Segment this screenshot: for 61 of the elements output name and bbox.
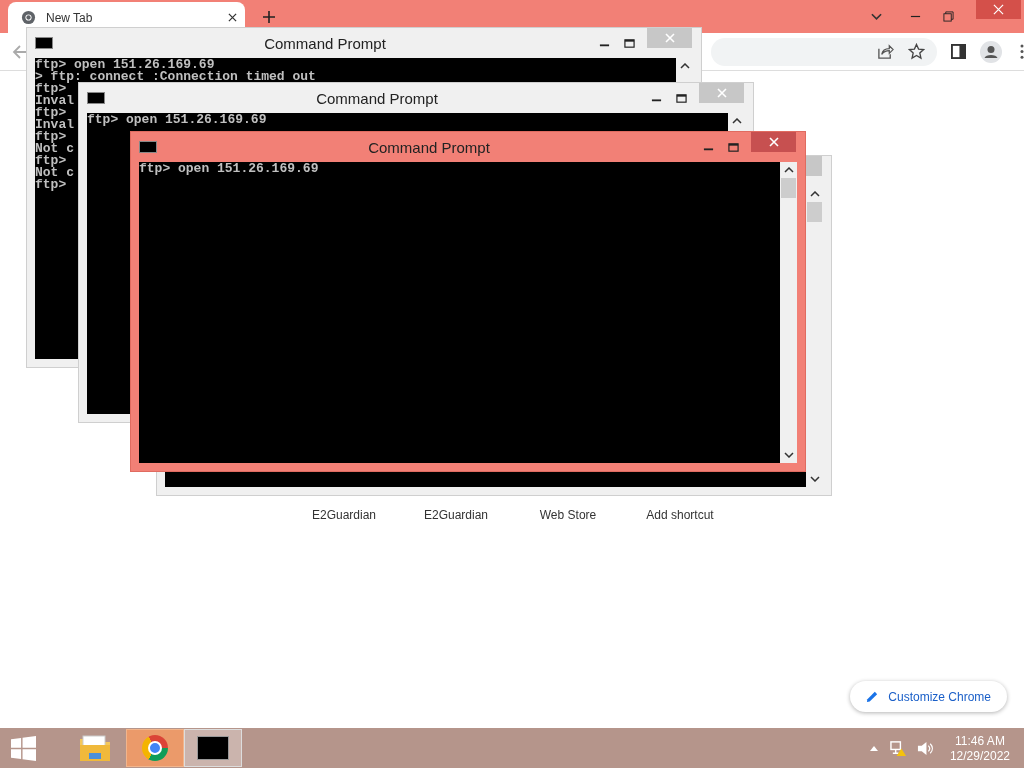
console-icon [197,736,229,760]
console-icon [35,37,53,49]
pencil-icon [866,690,880,703]
console-icon [87,92,105,104]
console-line: ftp> open 151.26.169.69 [87,114,267,126]
window-title: Command Prompt [315,89,439,107]
close-button[interactable] [751,132,796,152]
maximize-icon[interactable] [624,37,635,49]
scroll-up-icon[interactable] [679,63,690,69]
scroll-up-icon[interactable] [731,118,742,124]
share-icon[interactable] [877,43,894,60]
window-title: Command Prompt [367,138,491,156]
console-line: ftp> [35,83,67,95]
console-line: ftp> [35,131,67,143]
plus-icon[interactable] [263,10,275,23]
menu-icon[interactable] [1020,44,1024,59]
customize-button[interactable]: Customize Chrome [850,681,1007,712]
scroll-up-icon[interactable] [809,191,820,197]
star-icon[interactable] [908,43,925,60]
avatar-icon[interactable] [980,40,1002,63]
console-line: Inval [35,119,74,131]
shortcut-label[interactable]: Web Store [539,508,597,522]
console-line: Not c [35,167,74,179]
close-icon [716,88,727,98]
console-line: Not c [35,143,74,155]
close-icon[interactable] [228,13,237,22]
close-icon [993,4,1004,15]
shortcut-label[interactable]: Add shortcut [646,508,714,522]
console-line: ftp> open 151.26.169.69 [139,163,319,175]
folder-icon [79,734,111,762]
caret-up-icon[interactable] [869,745,878,751]
window-title: Command Prompt [263,34,387,52]
console-line: ftp> [35,179,67,191]
maximize-icon[interactable] [728,141,739,153]
close-icon [768,137,779,147]
console-line: ftp> [35,155,67,167]
restore-icon[interactable] [943,11,954,22]
console-line: ftp> [35,107,67,119]
scroll-up-icon[interactable] [783,167,794,173]
scroll-down-icon[interactable] [809,476,820,482]
close-icon [664,33,675,43]
scrollbar-thumb[interactable] [807,202,822,222]
start-icon[interactable] [11,735,36,761]
browser-logo-icon [142,735,168,761]
shortcut-label[interactable]: E2Guardian [423,508,488,522]
shortcut-label[interactable]: E2Guardian [311,508,376,522]
browser-logo-icon [21,10,36,25]
chevron-down-icon[interactable] [871,12,882,21]
console-line: > ftp: connect :Connection timed out [35,71,316,83]
tab-title: New Tab [46,10,94,25]
scroll-down-icon[interactable] [783,452,794,458]
clock-date: 12/29/2022 [949,748,1010,763]
taskbar-app[interactable] [184,729,242,767]
side-panel-icon[interactable] [951,44,966,59]
maximize-icon[interactable] [676,92,687,104]
console-line: ftp> open 151.26.169.69 [35,59,215,71]
network-icon[interactable] [889,739,907,757]
clock-time: 11:46 AM [955,733,1005,748]
console-line: Inval [35,95,74,107]
console-icon [139,141,157,153]
scrollbar-thumb[interactable] [781,178,796,198]
